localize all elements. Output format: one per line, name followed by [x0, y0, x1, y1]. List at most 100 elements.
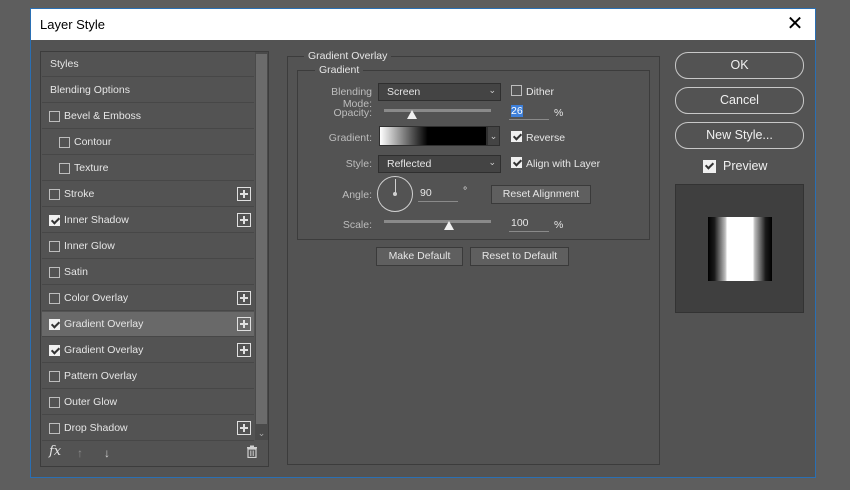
chevron-down-icon[interactable]: ⌄ [255, 426, 268, 440]
style-item-satin[interactable]: Satin [42, 260, 254, 285]
preview-thumbnail [675, 184, 804, 313]
scale-input[interactable]: 100 [509, 217, 549, 232]
title-bar: Layer Style ✕ [31, 9, 815, 40]
angle-unit: ° [463, 185, 468, 197]
style-item-checkbox[interactable] [49, 241, 60, 252]
style-item-color-overlay[interactable]: Color Overlay [42, 286, 254, 311]
style-item-drop-shadow[interactable]: Drop Shadow [42, 416, 254, 441]
reset-to-default-button[interactable]: Reset to Default [470, 247, 569, 266]
add-effect-plus-icon[interactable] [237, 213, 251, 227]
align-with-layer-checkbox[interactable] [511, 157, 522, 168]
align-with-layer-label: Align with Layer [526, 158, 601, 170]
style-item-checkbox[interactable] [49, 423, 60, 434]
dither-checkbox[interactable] [511, 85, 522, 96]
style-value: Reflected [387, 158, 432, 170]
style-item-checkbox[interactable] [49, 267, 60, 278]
style-item-pattern-overlay[interactable]: Pattern Overlay [42, 364, 254, 389]
style-item-gradient-overlay[interactable]: Gradient Overlay [42, 338, 254, 363]
style-item-checkbox[interactable] [49, 397, 60, 408]
style-item-styles[interactable]: Styles [42, 52, 254, 77]
add-effect-plus-icon[interactable] [237, 317, 251, 331]
gradient-picker-chevron-icon[interactable]: ⌄ [487, 126, 500, 146]
angle-input[interactable]: 90 [418, 187, 458, 202]
make-default-button[interactable]: Make Default [376, 247, 463, 266]
add-effect-plus-icon[interactable] [237, 421, 251, 435]
trash-icon[interactable] [246, 445, 258, 461]
opacity-slider-track[interactable] [384, 109, 491, 112]
style-item-checkbox[interactable] [49, 111, 60, 122]
styles-list: Styles Blending Options Bevel & Emboss Cont… [41, 52, 255, 441]
style-item-label: Texture [74, 162, 109, 174]
style-item-checkbox[interactable] [49, 293, 60, 304]
opacity-slider-thumb[interactable] [406, 110, 417, 119]
style-item-label: Contour [74, 136, 112, 148]
dialog-title: Layer Style [40, 17, 106, 32]
section-title: Gradient Overlay [304, 50, 392, 62]
style-item-checkbox[interactable] [59, 163, 70, 174]
style-item-label: Blending Options [50, 84, 130, 96]
scale-label: Scale: [342, 219, 372, 231]
style-item-checkbox[interactable] [49, 215, 60, 226]
move-down-icon[interactable]: ↓ [104, 446, 110, 460]
styles-scrollbar[interactable]: ⌄ [255, 52, 268, 440]
style-item-gradient-overlay[interactable]: Gradient Overlay [42, 312, 254, 337]
styles-footer: fx ↑ ↓ [41, 441, 268, 466]
ok-button[interactable]: OK [675, 52, 804, 79]
style-item-inner-shadow[interactable]: Inner Shadow [42, 208, 254, 233]
style-item-label: Inner Shadow [64, 214, 129, 226]
style-item-label: Stroke [64, 188, 95, 200]
blend-mode-select[interactable]: Screen ⌄ [378, 83, 501, 101]
scroll-thumb[interactable] [256, 54, 267, 424]
gradient-swatch[interactable] [379, 126, 487, 146]
cancel-button[interactable]: Cancel [675, 87, 804, 114]
style-item-checkbox[interactable] [49, 371, 60, 382]
close-icon[interactable]: ✕ [775, 9, 815, 40]
new-style-button[interactable]: New Style... [675, 122, 804, 149]
scale-unit: % [554, 219, 564, 231]
add-effect-plus-icon[interactable] [237, 343, 251, 357]
chevron-down-icon: ⌄ [488, 157, 496, 167]
preview-checkbox[interactable] [703, 160, 716, 173]
style-item-inner-glow[interactable]: Inner Glow [42, 234, 254, 259]
style-item-bevel-emboss[interactable]: Bevel & Emboss [42, 104, 254, 129]
styles-panel: Styles Blending Options Bevel & Emboss Cont… [40, 51, 269, 467]
style-select[interactable]: Reflected ⌄ [378, 155, 501, 173]
opacity-value: 26 [511, 105, 523, 117]
style-item-label: Inner Glow [64, 240, 115, 252]
blend-mode-value: Screen [387, 86, 421, 98]
angle-value: 90 [420, 187, 432, 199]
style-item-blending-options[interactable]: Blending Options [42, 78, 254, 103]
style-item-contour[interactable]: Contour [42, 130, 254, 155]
trash-icon-graphic [247, 445, 257, 459]
angle-label: Angle: [342, 189, 372, 201]
style-item-label: Satin [64, 266, 88, 278]
style-item-checkbox[interactable] [49, 319, 60, 330]
style-item-label: Outer Glow [64, 396, 118, 408]
scale-slider-track[interactable] [384, 220, 491, 223]
preview-shape [708, 217, 772, 281]
add-effect-plus-icon[interactable] [237, 291, 251, 305]
style-item-checkbox[interactable] [49, 189, 60, 200]
angle-dial[interactable] [377, 176, 413, 212]
style-item-label: Gradient Overlay [64, 344, 144, 356]
style-item-checkbox[interactable] [59, 137, 70, 148]
opacity-unit: % [554, 107, 564, 119]
fx-icon[interactable]: fx [49, 444, 61, 459]
style-item-stroke[interactable]: Stroke [42, 182, 254, 207]
dither-label: Dither [526, 86, 555, 98]
reset-alignment-button[interactable]: Reset Alignment [491, 185, 591, 204]
reverse-checkbox[interactable] [511, 131, 522, 142]
reverse-label: Reverse [526, 132, 566, 144]
style-item-texture[interactable]: Texture [42, 156, 254, 181]
opacity-input[interactable]: 26 [509, 105, 549, 120]
style-item-outer-glow[interactable]: Outer Glow [42, 390, 254, 415]
scale-slider-thumb[interactable] [443, 221, 454, 230]
opacity-label: Opacity: [333, 107, 372, 119]
preview-label: Preview [723, 159, 768, 173]
add-effect-plus-icon[interactable] [237, 187, 251, 201]
style-item-label: Styles [50, 58, 79, 70]
style-item-label: Color Overlay [64, 292, 129, 304]
move-up-icon[interactable]: ↑ [77, 446, 83, 460]
style-item-checkbox[interactable] [49, 345, 60, 356]
style-item-label: Bevel & Emboss [64, 110, 142, 122]
